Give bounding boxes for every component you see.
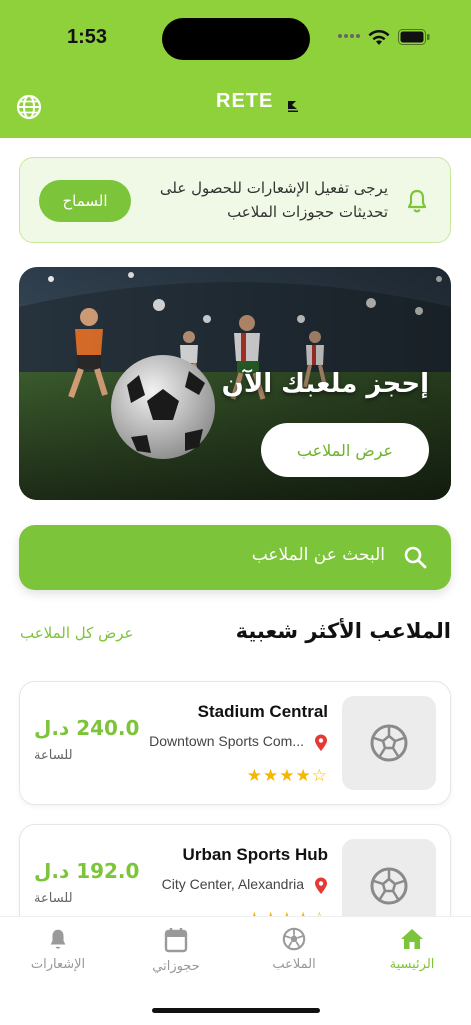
hero-title: إحجز ملعبك الآن: [221, 369, 429, 399]
tab-fields[interactable]: الملاعب: [244, 927, 344, 972]
soccer-ball-icon: [370, 724, 408, 762]
location-pin-icon: [315, 734, 327, 751]
view-all-fields-link[interactable]: عرض كل الملاعب: [20, 624, 133, 642]
search-icon: [404, 546, 427, 569]
app-logo-icon: [285, 97, 301, 113]
tab-label: الرئيسية: [389, 957, 435, 972]
soccer-ball-icon: [370, 867, 408, 905]
tab-notifications[interactable]: الإشعارات: [8, 927, 108, 972]
rating-stars: ★★★★☆: [247, 766, 328, 786]
field-card[interactable]: Stadium Central Downtown Sports Com... ★…: [19, 681, 451, 805]
price-unit: للساعة: [34, 748, 73, 763]
bell-icon: [50, 929, 66, 949]
allow-notifications-button[interactable]: السماح: [39, 180, 131, 222]
status-time: 1:53: [67, 26, 108, 48]
wifi-icon: [368, 30, 390, 45]
tab-label: الملاعب: [272, 957, 316, 972]
search-label: البحث عن الملاعب: [251, 545, 385, 565]
bell-icon: [407, 189, 427, 213]
notification-message: يرجى تفعيل الإشعارات للحصول على تحديثات …: [159, 179, 388, 221]
dynamic-island: [162, 18, 310, 60]
signal-dots-icon: [338, 34, 360, 38]
field-name: Stadium Central: [197, 702, 328, 721]
hero-banner: إحجز ملعبك الآن عرض الملاعب: [19, 267, 451, 500]
app-title: RETE: [216, 90, 274, 112]
soccer-ball-icon: [282, 927, 306, 951]
star-outline-icon: ☆: [311, 766, 328, 786]
tab-label: حجوزاتي: [152, 959, 200, 974]
view-fields-button[interactable]: عرض الملاعب: [261, 423, 429, 477]
field-price: 192.0 د.ل: [34, 859, 140, 883]
location-pin-icon: [315, 877, 327, 894]
price-unit: للساعة: [34, 891, 73, 906]
tab-label: الإشعارات: [30, 957, 86, 972]
tab-bookings[interactable]: حجوزاتي: [126, 927, 226, 974]
app-header: 1:53 RETE: [0, 0, 471, 138]
search-fields-button[interactable]: البحث عن الملاعب: [19, 525, 451, 590]
status-bar: 1:53: [0, 0, 471, 72]
star-icon: ★: [279, 766, 296, 786]
popular-fields-title: الملاعب الأكثر شعبية: [235, 619, 451, 643]
field-price: 240.0 د.ل: [34, 716, 140, 740]
star-icon: ★: [295, 766, 312, 786]
calendar-icon: [164, 928, 188, 953]
star-icon: ★: [246, 766, 263, 786]
field-location: City Center, Alexandria: [161, 876, 304, 892]
globe-icon[interactable]: [16, 94, 42, 120]
home-indicator: [152, 1008, 320, 1013]
home-icon: [401, 929, 423, 949]
tab-home[interactable]: الرئيسية: [362, 927, 462, 972]
field-name: Urban Sports Hub: [182, 845, 328, 864]
battery-icon: [398, 29, 430, 45]
star-icon: ★: [263, 766, 280, 786]
field-thumbnail: [342, 696, 436, 790]
field-location: Downtown Sports Com...: [149, 733, 304, 749]
notification-permission-banner: يرجى تفعيل الإشعارات للحصول على تحديثات …: [19, 157, 451, 243]
